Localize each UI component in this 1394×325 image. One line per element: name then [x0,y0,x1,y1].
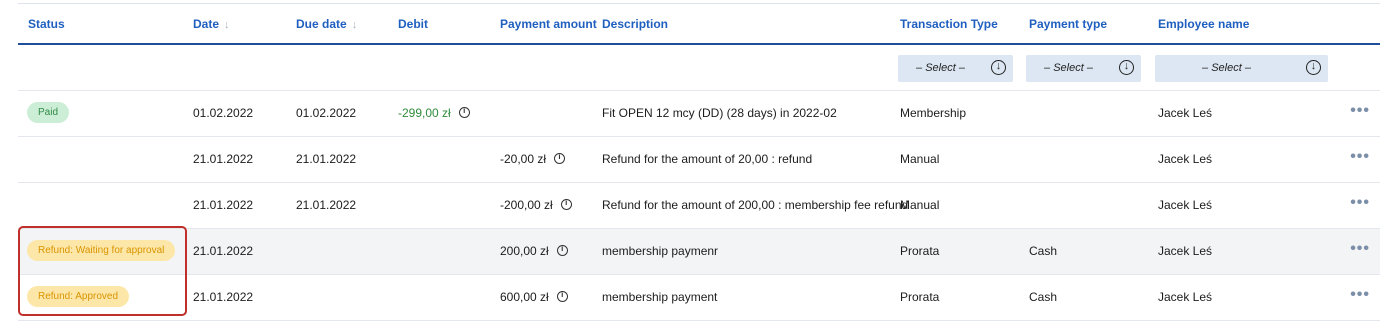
header-divider [18,43,1380,45]
table-row[interactable]: Refund: Waiting for approval 21.01.2022 … [18,228,1380,274]
date-cell: 21.01.2022 [193,244,254,258]
filter-placeholder: – Select – [1202,62,1251,74]
dropdown-arrow-icon[interactable] [1119,60,1134,75]
description-cell: Refund for the amount of 200,00 : member… [602,198,909,212]
more-actions-icon[interactable]: ••• [1350,195,1370,211]
payment-amount-cell: 600,00 zł [500,290,568,304]
sort-arrow-down-icon[interactable]: ↓ [352,19,358,31]
description-cell: Fit OPEN 12 mcy (DD) (28 days) in 2022-0… [602,106,837,120]
date-cell: 21.01.2022 [193,198,254,212]
description-cell: membership payment [602,290,718,304]
employee-name-filter-select[interactable]: – Select – [1155,55,1328,82]
payment-amount-value: -20,00 zł [500,152,547,166]
header-due-date[interactable]: Due date ↓ [296,17,357,31]
table-row[interactable]: 21.01.2022 21.01.2022 -200,00 zł Refund … [18,182,1380,228]
payment-type-filter-select[interactable]: – Select – [1026,55,1141,82]
debit-value: -299,00 zł [398,106,451,120]
table-row[interactable]: Refund: Approved 21.01.2022 600,00 zł me… [18,274,1380,320]
header-transaction-type: Transaction Type [900,17,998,31]
payment-amount-value: -200,00 zł [500,198,553,212]
transaction-type-cell: Manual [900,152,940,166]
header-debit: Debit [398,17,428,31]
due-date-cell: 21.01.2022 [296,152,357,166]
payment-amount-value: 200,00 zł [500,244,549,258]
info-icon[interactable] [556,290,568,302]
status-badge-paid: Paid [27,102,70,123]
payment-amount-cell: 200,00 zł [500,244,568,258]
payment-amount-value: 600,00 zł [500,290,549,304]
employee-name-cell: Jacek Leś [1158,290,1213,304]
transaction-type-cell: Manual [900,198,940,212]
table-top-border [18,3,1380,4]
payment-amount-cell: -20,00 zł [500,152,566,166]
date-cell: 01.02.2022 [193,106,254,120]
more-actions-icon[interactable]: ••• [1350,241,1370,257]
date-cell: 21.01.2022 [193,290,254,304]
transaction-type-cell: Prorata [900,290,940,304]
more-actions-icon[interactable]: ••• [1350,103,1370,119]
header-payment-amount: Payment amount [500,17,597,31]
employee-name-cell: Jacek Leś [1158,198,1213,212]
payment-type-cell: Cash [1029,244,1058,258]
due-date-cell: 21.01.2022 [296,198,357,212]
header-description: Description [602,17,669,31]
dropdown-arrow-icon[interactable] [1306,60,1321,75]
header-status: Status [28,17,65,31]
dropdown-arrow-icon[interactable] [991,60,1006,75]
description-cell: membership paymenr [602,244,719,258]
table-row[interactable]: 21.01.2022 21.01.2022 -20,00 zł Refund f… [18,136,1380,182]
transaction-type-filter-select[interactable]: – Select – [898,55,1013,82]
table-row[interactable]: Paid 01.02.2022 01.02.2022 -299,00 zł Fi… [18,90,1380,136]
employee-name-cell: Jacek Leś [1158,106,1213,120]
date-cell: 21.01.2022 [193,152,254,166]
payment-type-cell: Cash [1029,290,1058,304]
header-date[interactable]: Date ↓ [193,17,230,31]
info-icon[interactable] [554,152,566,164]
more-actions-icon[interactable]: ••• [1350,149,1370,165]
description-cell: Refund for the amount of 20,00 : refund [602,152,813,166]
transaction-type-cell: Prorata [900,244,940,258]
sort-arrow-down-icon[interactable]: ↓ [224,19,230,31]
more-actions-icon[interactable]: ••• [1350,287,1370,303]
status-highlight-box [18,226,187,316]
employee-name-cell: Jacek Leś [1158,244,1213,258]
header-employee-name: Employee name [1158,17,1250,31]
header-payment-type: Payment type [1029,17,1108,31]
info-icon[interactable] [556,244,568,256]
transaction-type-cell: Membership [900,106,967,120]
debit-cell: -299,00 zł [398,106,470,120]
info-icon[interactable] [458,106,470,118]
payment-amount-cell: -200,00 zł [500,198,572,212]
filter-placeholder: – Select – [1044,62,1093,74]
table-bottom-border [18,320,1380,321]
employee-name-cell: Jacek Leś [1158,152,1213,166]
info-icon[interactable] [560,198,572,210]
filter-placeholder: – Select – [916,62,965,74]
due-date-cell: 01.02.2022 [296,106,357,120]
